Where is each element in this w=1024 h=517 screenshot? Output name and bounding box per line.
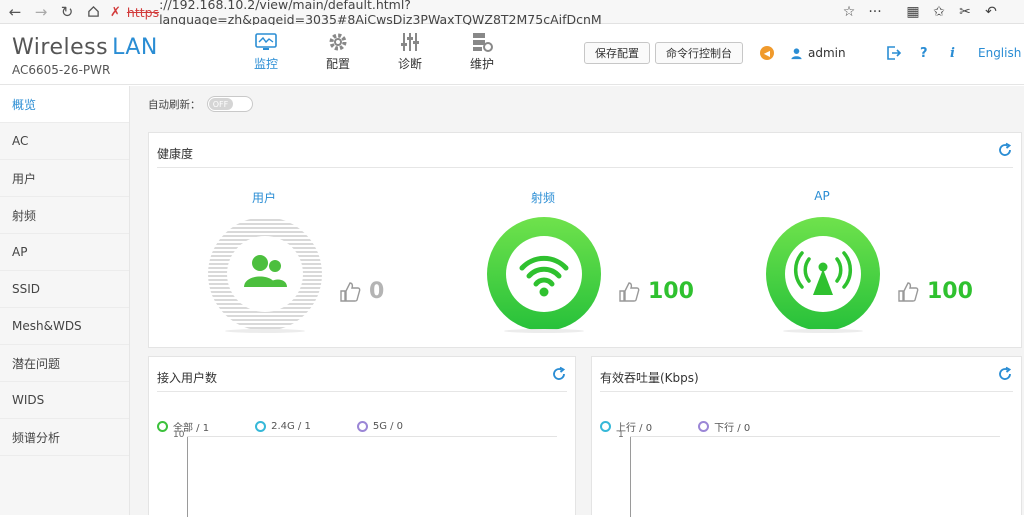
divider bbox=[600, 391, 1013, 392]
auto-refresh-state: OFF bbox=[208, 98, 233, 110]
sidebar-item-ap[interactable]: AP bbox=[0, 234, 129, 271]
monitor-icon bbox=[255, 29, 277, 55]
users-score: 0 bbox=[339, 279, 384, 304]
favorites-icon[interactable]: ✩ bbox=[926, 0, 952, 24]
throughput-legend: 上行 / 0 下行 / 0 bbox=[600, 419, 796, 434]
sidebar-item-mesh-wds[interactable]: Mesh&WDS bbox=[0, 308, 129, 345]
thumbs-up-icon bbox=[898, 281, 919, 302]
nav-monitor[interactable]: 监控 bbox=[230, 29, 302, 75]
thumbs-up-icon bbox=[340, 281, 361, 302]
nav-diagnose[interactable]: 诊断 bbox=[374, 29, 446, 75]
back-icon[interactable]: ← bbox=[4, 1, 26, 23]
health-title: 健康度 bbox=[157, 147, 194, 161]
legend-item-downlink[interactable]: 下行 / 0 bbox=[698, 419, 750, 434]
legend-item-24g[interactable]: 2.4G / 1 bbox=[255, 419, 311, 434]
star-icon[interactable]: ☆ bbox=[836, 0, 862, 24]
thumbs-up-icon bbox=[619, 281, 640, 302]
gear-icon bbox=[327, 29, 349, 55]
gridline bbox=[187, 436, 557, 437]
refresh-icon[interactable] bbox=[551, 366, 567, 382]
auto-refresh-toggle[interactable]: OFF bbox=[206, 96, 253, 112]
gauge-label-ap: AP bbox=[814, 189, 830, 203]
sidebar-item-users[interactable]: 用户 bbox=[0, 160, 129, 197]
insecure-lock-icon: ✗ bbox=[110, 4, 121, 20]
url-text: ://192.168.10.2/view/main/default.html?l… bbox=[159, 0, 602, 27]
radio-gauge bbox=[487, 217, 601, 333]
y-axis bbox=[630, 437, 631, 517]
sliders-icon bbox=[399, 29, 421, 55]
device-model: AC6605-26-PWR bbox=[12, 63, 111, 77]
access-users-title: 接入用户数 bbox=[157, 371, 218, 385]
radio-score: 100 bbox=[618, 279, 694, 304]
users-gauge bbox=[208, 217, 322, 333]
username[interactable]: admin bbox=[808, 46, 846, 60]
sidebar-item-potential-issues[interactable]: 潜在问题 bbox=[0, 345, 129, 382]
divider bbox=[157, 391, 567, 392]
user-icon bbox=[791, 47, 802, 59]
gauge-label-radio: 射频 bbox=[530, 191, 555, 205]
health-panel: 健康度 用户 0 射频 100 AP 100 bbox=[148, 132, 1022, 348]
throughput-panel: 有效吞吐量(Kbps) 上行 / 0 下行 / 0 1 bbox=[591, 356, 1022, 517]
undo-icon[interactable]: ↶ bbox=[978, 0, 1004, 24]
sidebar: 概览 AC 用户 射频 AP SSID Mesh&WDS 潜在问题 WIDS 频… bbox=[0, 86, 130, 515]
language-link[interactable]: English bbox=[978, 42, 1021, 64]
nav-maintain[interactable]: 维护 bbox=[446, 29, 518, 75]
scissors-icon[interactable]: ✂ bbox=[952, 0, 978, 24]
app-header: Wireless LAN AC6605-26-PWR 监控 配置 诊断 维护 保… bbox=[0, 25, 1024, 85]
alarm-icon[interactable]: ◀ bbox=[760, 46, 774, 60]
browser-toolbar: ← → ↻ ✗ https ://192.168.10.2/view/main/… bbox=[0, 0, 1024, 27]
cli-console-button[interactable]: 命令行控制台 bbox=[655, 42, 743, 64]
access-users-panel: 接入用户数 全部 / 1 2.4G / 1 5G / 0 10 bbox=[148, 356, 576, 517]
maintenance-icon bbox=[471, 29, 493, 55]
y-axis-max: 10 bbox=[173, 430, 185, 440]
main-nav: 监控 配置 诊断 维护 bbox=[230, 29, 518, 75]
sidebar-item-wids[interactable]: WIDS bbox=[0, 382, 129, 419]
refresh-icon[interactable] bbox=[997, 366, 1013, 382]
ap-score: 100 bbox=[897, 279, 973, 304]
legend-item-uplink[interactable]: 上行 / 0 bbox=[600, 419, 652, 434]
address-bar[interactable]: ✗ https ://192.168.10.2/view/main/defaul… bbox=[110, 0, 830, 27]
auto-refresh-label: 自动刷新： bbox=[148, 98, 201, 111]
legend-item-5g[interactable]: 5G / 0 bbox=[356, 419, 403, 434]
home-icon[interactable] bbox=[82, 1, 104, 23]
grid-icon[interactable]: ▦ bbox=[900, 0, 926, 24]
url-scheme: https bbox=[126, 4, 160, 20]
gauge-label-users: 用户 bbox=[251, 191, 276, 205]
ap-gauge bbox=[766, 217, 880, 333]
forward-icon[interactable]: → bbox=[30, 1, 52, 23]
sidebar-item-ac[interactable]: AC bbox=[0, 123, 129, 160]
throughput-title: 有效吞吐量(Kbps) bbox=[600, 371, 699, 385]
gridline bbox=[630, 436, 1000, 437]
y-axis-max: 1 bbox=[618, 430, 624, 440]
divider bbox=[157, 167, 1013, 168]
more-icon[interactable]: ··· bbox=[862, 0, 888, 24]
brand-title: Wireless LAN bbox=[12, 35, 158, 60]
sidebar-item-radio[interactable]: 射频 bbox=[0, 197, 129, 234]
logout-icon[interactable] bbox=[886, 46, 902, 60]
sidebar-item-spectrum[interactable]: 频谱分析 bbox=[0, 419, 129, 456]
save-config-button[interactable]: 保存配置 bbox=[584, 42, 650, 64]
sidebar-item-overview[interactable]: 概览 bbox=[0, 86, 129, 123]
y-axis bbox=[187, 437, 188, 517]
reload-icon[interactable]: ↻ bbox=[56, 1, 78, 23]
refresh-icon[interactable] bbox=[997, 142, 1013, 158]
help-icon[interactable]: ? bbox=[920, 42, 928, 64]
auto-refresh: 自动刷新： OFF bbox=[148, 96, 253, 112]
info-icon[interactable]: i bbox=[950, 42, 955, 64]
nav-config[interactable]: 配置 bbox=[302, 29, 374, 75]
sidebar-item-ssid[interactable]: SSID bbox=[0, 271, 129, 308]
users-legend: 全部 / 1 2.4G / 1 5G / 0 bbox=[157, 419, 449, 434]
main-content: 自动刷新： OFF 健康度 用户 0 射频 100 AP 100 接入用户数 全… bbox=[130, 86, 1024, 517]
